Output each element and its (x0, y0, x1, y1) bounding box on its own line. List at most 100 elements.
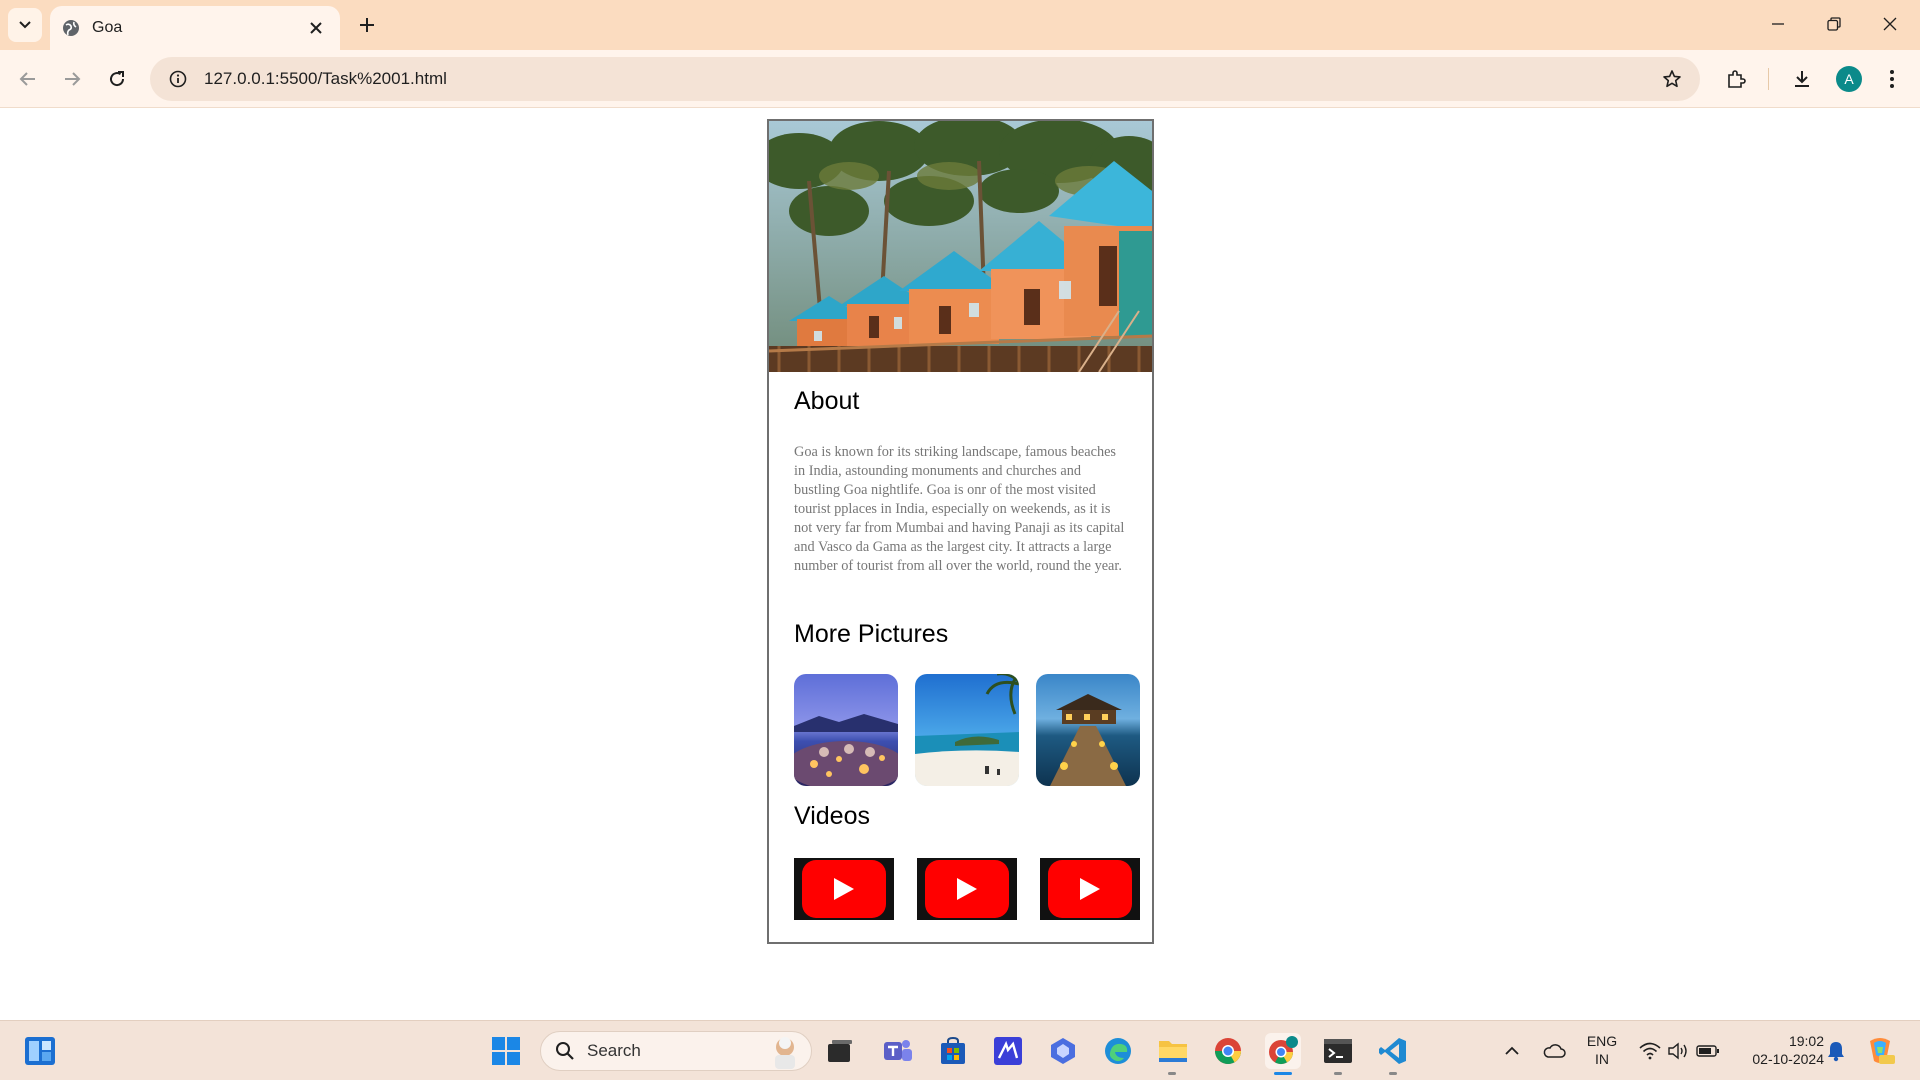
video-embed-1[interactable] (794, 858, 894, 920)
tropical-beach-photo (915, 674, 1019, 786)
restore-button[interactable] (1814, 6, 1854, 42)
cloud-icon (1543, 1044, 1566, 1058)
tab-title: Goa (92, 19, 123, 36)
copilot-icon (1051, 1038, 1075, 1064)
store-icon (941, 1036, 965, 1064)
close-window-button[interactable] (1870, 6, 1910, 42)
url-text[interactable]: 127.0.0.1:5500/Task%2001.html (204, 69, 1652, 89)
back-button[interactable] (12, 63, 44, 95)
edge-button[interactable] (1100, 1033, 1136, 1069)
volume-icon (1668, 1042, 1687, 1060)
onedrive-button[interactable] (1536, 1033, 1572, 1069)
picture-tropical-beach[interactable] (915, 674, 1019, 786)
puzzle-icon (1728, 70, 1746, 88)
minimize-icon (1772, 23, 1784, 25)
code-app-button[interactable] (990, 1033, 1026, 1069)
chrome-icon (1214, 1038, 1242, 1065)
active-app-indicator (1274, 1072, 1292, 1075)
search-placeholder: Search (587, 1041, 641, 1060)
restore-icon (1827, 17, 1841, 31)
browser-tab-goa[interactable]: Goa (50, 6, 340, 50)
download-icon (1795, 71, 1809, 87)
teams-button[interactable] (880, 1033, 916, 1069)
bell-icon (1828, 1042, 1844, 1062)
forward-button[interactable] (56, 63, 88, 95)
close-icon (1883, 17, 1897, 31)
app-running-indicator (1389, 1072, 1397, 1075)
widgets-button[interactable] (22, 1033, 58, 1069)
taskbar: Search ENG IN 19:02 02-10-2024 (0, 1020, 1920, 1080)
new-tab-button[interactable] (352, 10, 382, 40)
info-icon (169, 70, 187, 88)
battery-button[interactable] (1690, 1033, 1726, 1069)
downloads-button[interactable] (1786, 63, 1818, 95)
copilot-pre-button[interactable] (1862, 1033, 1898, 1069)
chevron-down-icon (19, 21, 31, 29)
about-paragraph: Goa is known for its striking landscape,… (794, 444, 1125, 574)
vscode-button[interactable] (1375, 1033, 1411, 1069)
browser-toolbar: 127.0.0.1:5500/Task%2001.html A (0, 50, 1920, 108)
address-bar[interactable]: 127.0.0.1:5500/Task%2001.html (150, 57, 1700, 101)
minimize-button[interactable] (1758, 6, 1798, 42)
tab-search-button[interactable] (8, 8, 42, 42)
chrome-button[interactable] (1210, 1033, 1246, 1069)
file-explorer-button[interactable] (1155, 1033, 1191, 1069)
beach-night-party-photo (794, 674, 898, 786)
tab-close-button[interactable] (304, 16, 328, 40)
edge-icon (1105, 1038, 1131, 1064)
extensions-button[interactable] (1720, 63, 1752, 95)
input-language[interactable]: ENG IN (1584, 1032, 1620, 1068)
vscode-icon (1379, 1038, 1406, 1064)
battery-icon (1696, 1045, 1719, 1057)
show-hidden-icons-button[interactable] (1494, 1033, 1530, 1069)
star-icon (1663, 70, 1681, 88)
chrome-profile-button[interactable] (1265, 1033, 1301, 1069)
plus-icon (360, 18, 374, 32)
app-running-indicator (1168, 1072, 1176, 1075)
youtube-play-button[interactable] (802, 860, 886, 918)
arrow-left-icon (19, 72, 35, 86)
task-view-button[interactable] (822, 1033, 858, 1069)
picture-resort-walkway[interactable] (1036, 674, 1140, 786)
taskbar-search-box[interactable]: Search (540, 1031, 812, 1071)
tab-strip: Goa (0, 0, 1920, 50)
region-code: IN (1595, 1051, 1609, 1067)
reload-button[interactable] (101, 63, 133, 95)
app-running-indicator (1334, 1072, 1342, 1075)
picture-beach-night[interactable] (794, 674, 898, 786)
video-embed-2[interactable] (917, 858, 1017, 920)
site-info-button[interactable] (156, 57, 200, 101)
bookmark-button[interactable] (1652, 59, 1692, 99)
terminal-button[interactable] (1320, 1033, 1356, 1069)
clock[interactable]: 19:02 02-10-2024 (1734, 1032, 1824, 1068)
windows-icon (492, 1037, 520, 1065)
chrome-profile-icon (1269, 1036, 1298, 1065)
youtube-play-button[interactable] (1048, 860, 1132, 918)
copilot-button[interactable] (1045, 1033, 1081, 1069)
goa-card: About Goa is known for its striking land… (767, 119, 1154, 944)
globe-icon (63, 20, 79, 36)
app-icon (994, 1037, 1022, 1065)
notifications-button[interactable] (1818, 1033, 1854, 1069)
clock-date: 02-10-2024 (1752, 1051, 1824, 1067)
menu-button[interactable] (1876, 63, 1908, 95)
videos-heading: Videos (794, 802, 870, 830)
more-vertical-icon (1890, 70, 1894, 88)
search-icon (556, 1042, 574, 1060)
video-embed-3[interactable] (1040, 858, 1140, 920)
microsoft-store-button[interactable] (935, 1033, 971, 1069)
teams-icon (884, 1040, 912, 1061)
resort-walkway-photo (1036, 674, 1140, 786)
profile-avatar[interactable]: A (1836, 66, 1862, 92)
play-icon (834, 878, 854, 900)
youtube-play-button[interactable] (925, 860, 1009, 918)
play-icon (1080, 878, 1100, 900)
start-button[interactable] (488, 1033, 524, 1069)
arrow-right-icon (65, 72, 81, 86)
widgets-icon (25, 1037, 55, 1065)
close-icon (310, 22, 322, 34)
search-highlight-icon (775, 1037, 795, 1069)
play-icon (957, 878, 977, 900)
chevron-up-icon (1505, 1046, 1519, 1055)
beach-huts-photo (769, 121, 1152, 372)
